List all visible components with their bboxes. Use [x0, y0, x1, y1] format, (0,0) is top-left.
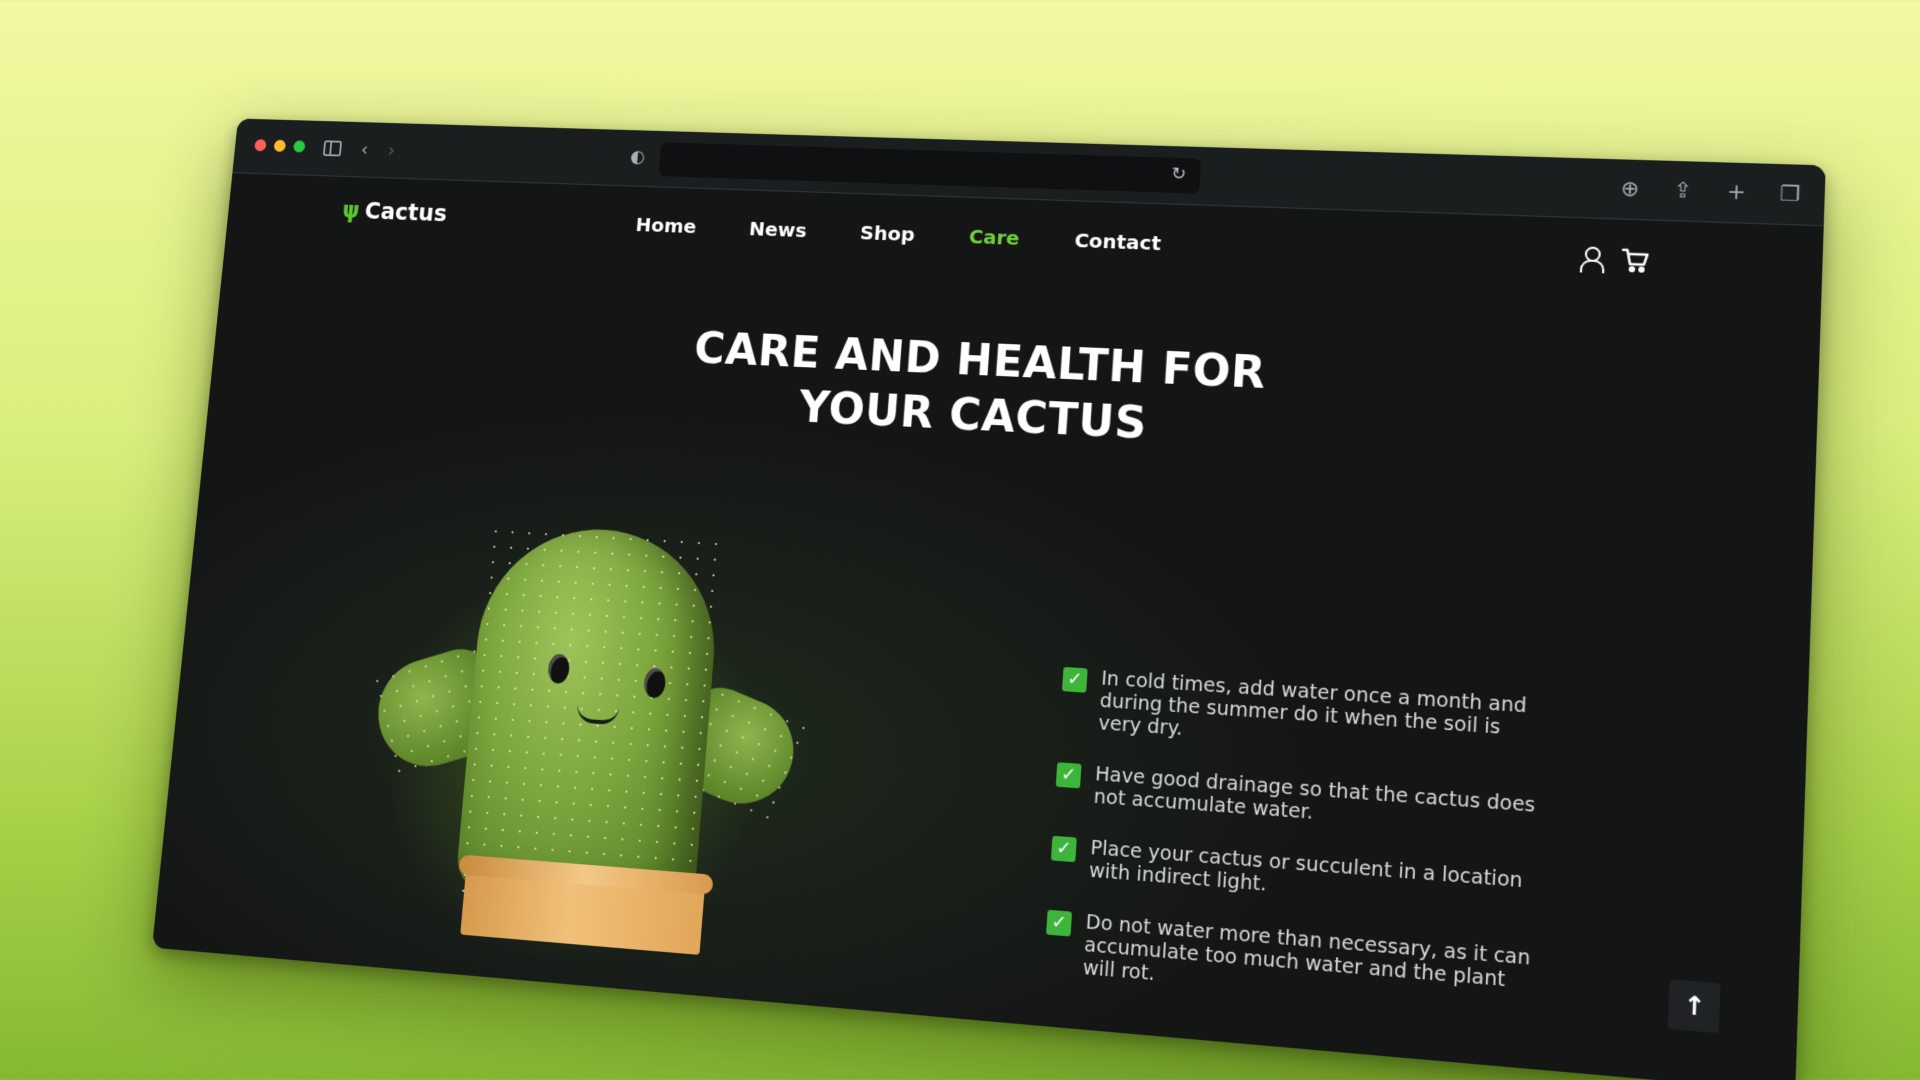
download-icon[interactable]: ⊕: [1617, 175, 1643, 202]
browser-actions: ⊕ ⇪ + ❐: [1617, 175, 1804, 207]
care-tips-list: ✓ In cold times, add water once a month …: [1041, 665, 1551, 1048]
list-item: ✓ Place your cactus or succulent in a lo…: [1050, 834, 1544, 918]
shield-icon[interactable]: ◐: [630, 147, 646, 167]
user-icon[interactable]: [1576, 244, 1607, 273]
site-logo[interactable]: ψ Cactus: [341, 197, 448, 227]
tabs-overview-icon[interactable]: ❐: [1777, 180, 1804, 207]
reload-icon[interactable]: ↻: [1171, 164, 1187, 185]
close-window-button[interactable]: [254, 139, 267, 152]
care-tip-text: Have good drainage so that the cactus do…: [1093, 762, 1536, 824]
minimize-window-button[interactable]: [273, 139, 287, 152]
checkbox-icon: ✓: [1055, 762, 1082, 789]
scroll-to-top-button[interactable]: ↑: [1667, 979, 1721, 1034]
screenshot-stage: ‹ › ◐ ↻ ⊕ ⇪ + ❐ ψ Cactus Home News Shop …: [0, 0, 1920, 1080]
forward-icon[interactable]: ›: [387, 139, 396, 161]
main-nav: Home News Shop Care Contact: [635, 213, 1162, 255]
list-item: ✓ Have good drainage so that the cactus …: [1055, 760, 1548, 841]
checkbox-icon: ✓: [1046, 909, 1073, 937]
arrow-up-icon: ↑: [1682, 990, 1706, 1023]
nav-link-contact[interactable]: Contact: [1074, 228, 1162, 254]
nav-link-news[interactable]: News: [748, 217, 807, 242]
plus-icon[interactable]: +: [1723, 179, 1750, 206]
care-tip-text: Place your cactus or succulent in a loca…: [1088, 836, 1524, 896]
sidebar-toggle-icon[interactable]: [322, 140, 343, 157]
checkbox-icon: ✓: [1061, 666, 1088, 693]
nav-link-shop[interactable]: Shop: [859, 221, 915, 246]
care-tip-text: In cold times, add water once a month an…: [1097, 667, 1528, 741]
page-title: CARE AND HEALTH FOR YOUR CACTUS: [208, 302, 1819, 486]
list-item: ✓ In cold times, add water once a month …: [1059, 665, 1551, 765]
window-controls: [254, 139, 306, 153]
maximize-window-button[interactable]: [292, 140, 306, 153]
share-icon[interactable]: ⇪: [1670, 177, 1697, 204]
cart-icon[interactable]: [1620, 246, 1651, 275]
list-item: ✓ Do not water more than necessary, as i…: [1043, 908, 1540, 1018]
cactus-icon: ψ: [341, 197, 361, 224]
header-actions: [1576, 244, 1651, 275]
logo-text: Cactus: [363, 197, 449, 227]
back-icon[interactable]: ‹: [360, 138, 369, 160]
care-tip-text: Do not water more than necessary, as it …: [1082, 910, 1531, 992]
address-bar[interactable]: ↻: [658, 142, 1202, 194]
nav-link-home[interactable]: Home: [635, 213, 698, 238]
nav-link-care[interactable]: Care: [968, 225, 1020, 250]
checkbox-icon: ✓: [1050, 835, 1077, 863]
page-content: ψ Cactus Home News Shop Care Contact CAR…: [152, 173, 1824, 1080]
cactus-illustration: [334, 488, 812, 1012]
browser-window: ‹ › ◐ ↻ ⊕ ⇪ + ❐ ψ Cactus Home News Shop …: [152, 118, 1826, 1080]
